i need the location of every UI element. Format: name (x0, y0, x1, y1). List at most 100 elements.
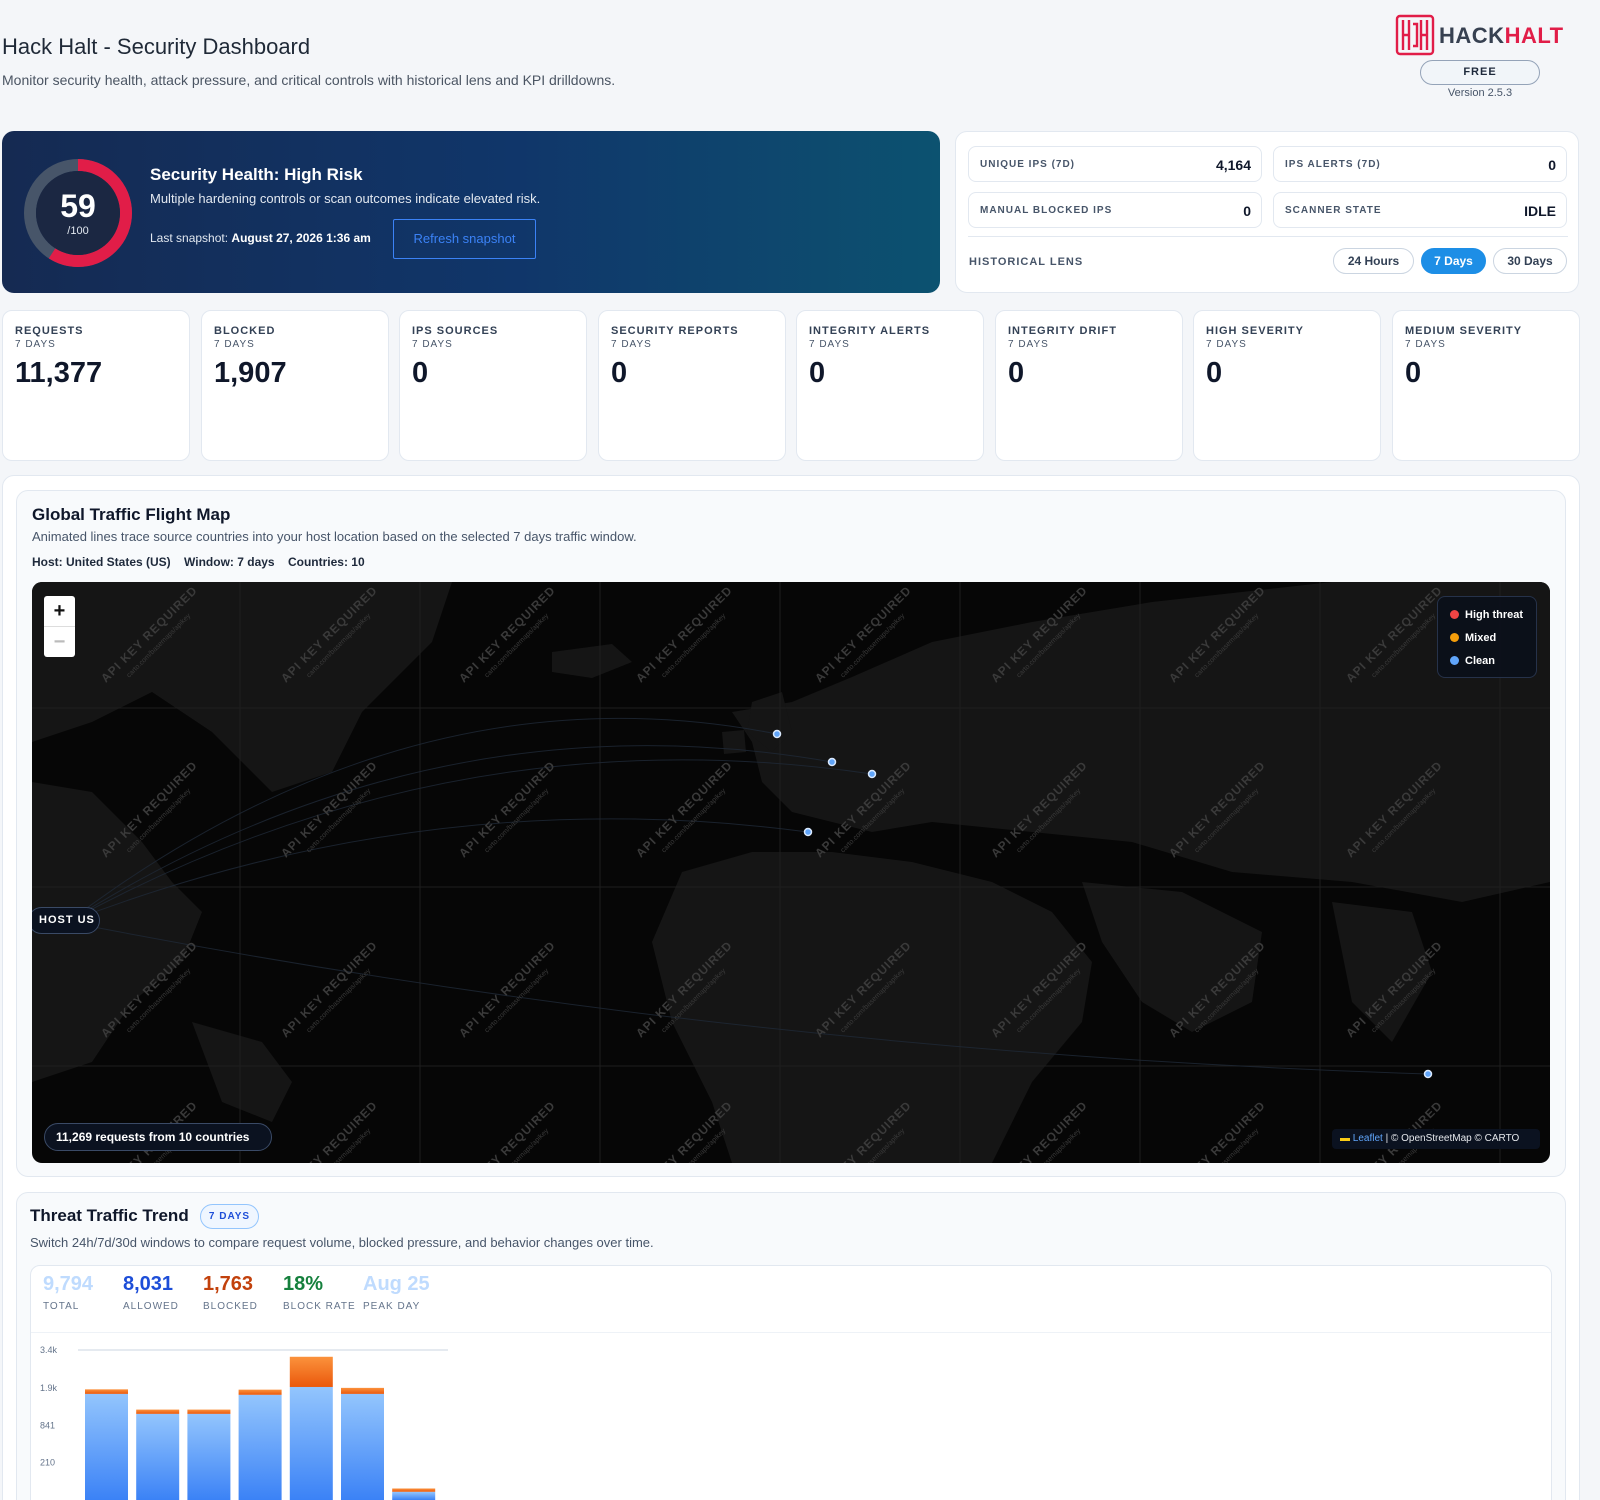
trend-stat-value: 9,794 (43, 1273, 94, 1295)
kpi-period: 7 DAYS (15, 339, 56, 350)
scanner-state-stat: SCANNER STATE IDLE (1273, 192, 1567, 228)
source-marker-clean[interactable] (772, 729, 782, 739)
source-marker-clean[interactable] (827, 757, 837, 767)
trend-blocked: 1,763 BLOCKED (203, 1273, 258, 1312)
threat-trend-chart: 3.4k 1.9k 841 210 (40, 1345, 448, 1500)
kpi-period: 7 DAYS (1008, 339, 1049, 350)
map-window: Window: 7 days (184, 555, 275, 569)
kpi-value: 0 (1206, 357, 1223, 389)
kpi-period: 7 DAYS (611, 339, 652, 350)
kpi-value: 0 (809, 357, 826, 389)
bar-blocked (85, 1389, 128, 1394)
map-description: Animated lines trace source countries in… (32, 529, 637, 544)
kpi-high-severity[interactable]: HIGH SEVERITY 7 DAYS 0 (1193, 310, 1381, 461)
kpi-value: 11,377 (15, 357, 103, 389)
version-label: Version 2.5.3 (1447, 87, 1513, 99)
ukraine-flag-icon: ▬ (1340, 1133, 1350, 1144)
security-health-card: 59 /100 Security Health: High Risk Multi… (2, 131, 940, 293)
host-marker-chip[interactable]: HOST US (32, 907, 100, 934)
bar-allowed (392, 1491, 436, 1500)
ips-alerts-stat: IPS ALERTS (7D) 0 (1273, 146, 1567, 182)
trend-block-rate: 18% BLOCK RATE (283, 1273, 356, 1312)
bar-allowed (136, 1413, 180, 1500)
attribution-text: | © OpenStreetMap © CARTO (1382, 1133, 1520, 1144)
kpi-value: 0 (1008, 357, 1025, 389)
kpi-value: 0 (412, 357, 429, 389)
map-host: Host: United States (US) (32, 555, 171, 569)
bar-allowed (289, 1386, 333, 1500)
kpi-security-reports[interactable]: SECURITY REPORTS 7 DAYS 0 (598, 310, 786, 461)
kpi-value: 1,907 (214, 357, 287, 389)
map-basemap: API KEY REQUIREDcarto.com/basemaps/apike… (32, 582, 1550, 1163)
y-tick-label: 3.4k (40, 1345, 58, 1355)
legend-clean: Clean (1450, 655, 1495, 667)
refresh-snapshot-button[interactable]: Refresh snapshot (393, 219, 536, 259)
source-marker-clean[interactable] (1423, 1069, 1433, 1079)
legend-high-threat: High threat (1450, 609, 1523, 621)
flight-map[interactable]: API KEY REQUIRED carto.com/basemaps/apike… (32, 582, 1550, 1163)
health-score-max: /100 (67, 225, 89, 237)
kpi-period: 7 DAYS (809, 339, 850, 350)
brand-name: HACKHALT (1439, 23, 1564, 48)
map-watermark-text: API KEY REQUIRED (456, 758, 558, 860)
kpi-value: 0 (1405, 357, 1422, 389)
lens-24-hours-button[interactable]: 24 Hours (1333, 248, 1414, 274)
stats-panel: UNIQUE IPS (7D) 4,164 IPS ALERTS (7D) 0 MA… (955, 131, 1579, 293)
kpi-title: REQUESTS (15, 325, 84, 337)
zoom-out-button[interactable]: − (44, 626, 75, 656)
trend-description: Switch 24h/7d/30d windows to compare req… (30, 1235, 654, 1250)
kpi-integrity-drift[interactable]: INTEGRITY DRIFT 7 DAYS 0 (995, 310, 1183, 461)
legend-dot-icon (1450, 656, 1459, 665)
map-watermark-text: API KEY REQUIRED (456, 583, 558, 685)
kpi-medium-severity[interactable]: MEDIUM SEVERITY 7 DAYS 0 (1392, 310, 1580, 461)
bar-allowed (187, 1413, 231, 1500)
lens-30-days-button[interactable]: 30 Days (1493, 248, 1567, 274)
leaflet-link[interactable]: Leaflet (1353, 1133, 1383, 1144)
kpi-title: HIGH SEVERITY (1206, 325, 1304, 337)
trend-title: Threat Traffic Trend (30, 1206, 189, 1225)
legend-mixed: Mixed (1450, 632, 1496, 644)
snapshot-info: Last snapshot: August 27, 2026 1:36 am (150, 231, 371, 245)
trend-stat-label: ALLOWED (123, 1301, 179, 1312)
bar-allowed (341, 1393, 384, 1500)
trend-stat-value: Aug 25 (363, 1273, 430, 1295)
page-subtitle: Monitor security health, attack pressure… (2, 72, 616, 88)
kpi-title: BLOCKED (214, 325, 276, 337)
historical-lens-label: HISTORICAL LENS (969, 256, 1084, 268)
header: Hack Halt - Security Dashboard Monitor s… (0, 0, 1600, 125)
trend-stat-label: TOTAL (43, 1301, 80, 1312)
y-tick-label: 1.9k (40, 1383, 58, 1393)
kpi-title: SECURITY REPORTS (611, 325, 739, 337)
bar-blocked (341, 1387, 384, 1394)
source-marker-clean[interactable] (867, 769, 877, 779)
kpi-ips-sources[interactable]: IPS SOURCES 7 DAYS 0 (399, 310, 587, 461)
bar-blocked (289, 1356, 333, 1387)
requests-summary-chip: 11,269 requests from 10 countries (44, 1123, 272, 1151)
kpi-requests[interactable]: REQUESTS 7 DAYS 11,377 (2, 310, 190, 461)
kpi-title: IPS SOURCES (412, 325, 499, 337)
y-tick-label: 210 (40, 1458, 55, 1468)
trend-allowed: 8,031 ALLOWED (123, 1273, 179, 1312)
kpi-integrity-alerts[interactable]: INTEGRITY ALERTS 7 DAYS 0 (796, 310, 984, 461)
trend-peak-day: Aug 25 PEAK DAY (363, 1273, 430, 1312)
map-watermark-text: API KEY REQUIRED (456, 938, 558, 1040)
trend-stat-value: 18% (283, 1273, 324, 1295)
divider (31, 1332, 1551, 1333)
health-description: Multiple hardening controls or scan outc… (150, 191, 541, 206)
kpi-blocked[interactable]: BLOCKED 7 DAYS 1,907 (201, 310, 389, 461)
trend-stat-label: BLOCKED (203, 1301, 258, 1312)
divider (968, 236, 1568, 237)
kpi-value: 0 (611, 357, 628, 389)
brand-logo: HACKHALT (1395, 14, 1570, 58)
lens-7-days-button[interactable]: 7 Days (1421, 248, 1486, 274)
trend-stat-label: PEAK DAY (363, 1301, 421, 1312)
trend-stat-value: 1,763 (203, 1273, 254, 1295)
bar-allowed (238, 1394, 282, 1500)
kpi-title: MEDIUM SEVERITY (1405, 325, 1523, 337)
zoom-in-button[interactable]: + (44, 596, 75, 626)
manual-blocked-stat: MANUAL BLOCKED IPS 0 (968, 192, 1262, 228)
trend-stat-label: BLOCK RATE (283, 1301, 356, 1312)
source-marker-clean[interactable] (803, 827, 813, 837)
trend-total: 9,794 TOTAL (43, 1273, 93, 1312)
y-tick-label: 841 (40, 1420, 55, 1430)
